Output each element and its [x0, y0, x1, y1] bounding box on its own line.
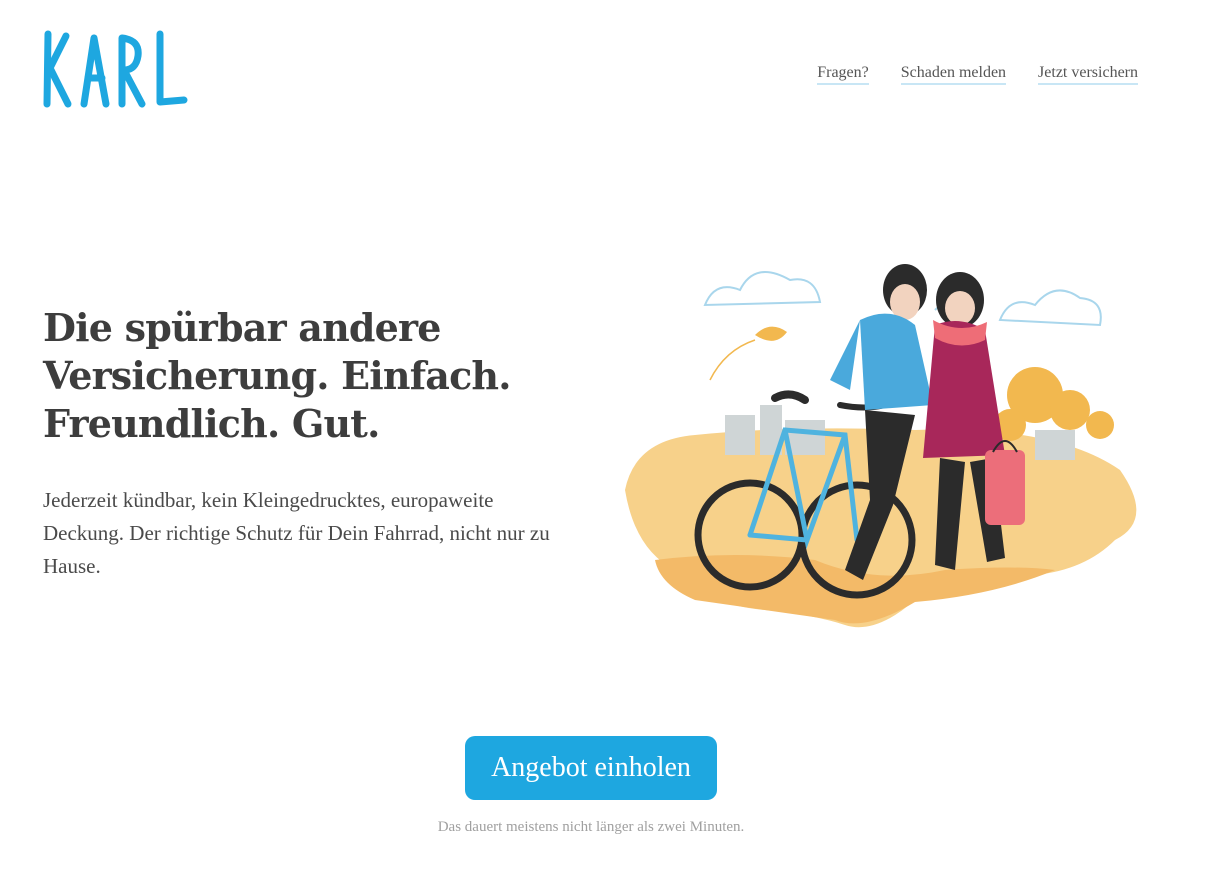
hero-illustration	[615, 240, 1145, 640]
nav-link-jetzt-versichern[interactable]: Jetzt versichern	[1038, 64, 1138, 85]
get-quote-button[interactable]: Angebot einholen	[465, 736, 717, 800]
nav-link-schaden-melden[interactable]: Schaden melden	[900, 64, 1007, 85]
karl-logo-mark	[43, 30, 188, 108]
cta-duration-note: Das dauert meistens nicht länger als zwe…	[437, 819, 745, 835]
couple-with-bicycle-illustration	[625, 264, 1137, 628]
hero-headline: Die spürbar andere Versicherung. Einfach…	[43, 305, 511, 446]
hero-subtext: Jederzeit kündbar, kein Kleingedrucktes,…	[43, 488, 550, 578]
main-nav: Fragen? Schaden melden Jetzt versichern	[817, 64, 1138, 85]
karl-logo[interactable]	[42, 28, 192, 112]
nav-link-fragen[interactable]: Fragen?	[817, 64, 869, 85]
